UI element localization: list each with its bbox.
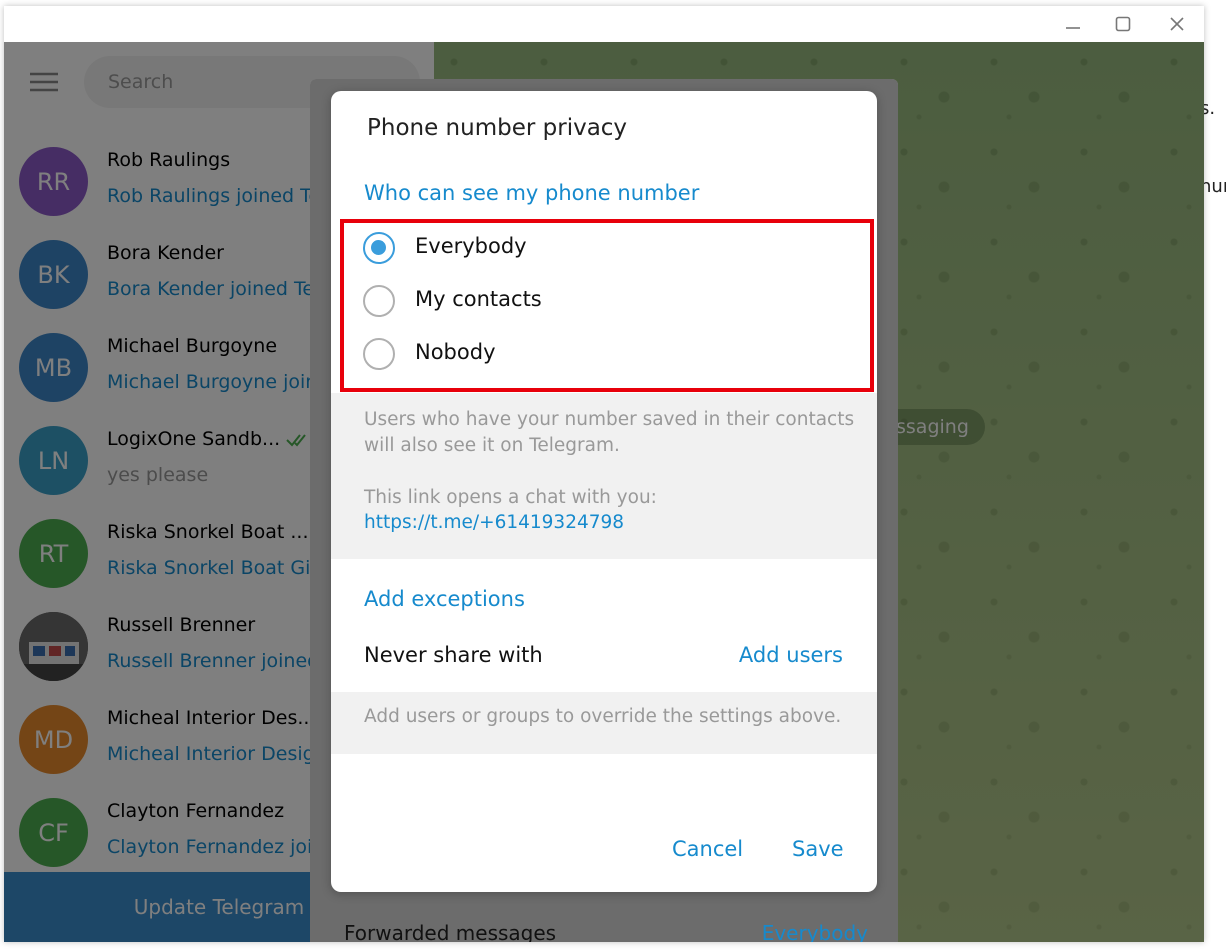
forwarded-messages-label: Forwarded messages bbox=[344, 921, 557, 942]
maximize-button[interactable] bbox=[1096, 6, 1150, 42]
never-share-row[interactable]: Never share with Add users bbox=[331, 631, 877, 691]
save-button[interactable]: Save bbox=[792, 837, 844, 861]
option-label: My contacts bbox=[415, 287, 542, 311]
minimize-button[interactable] bbox=[1046, 6, 1100, 42]
radio-unchecked-icon[interactable] bbox=[363, 338, 395, 370]
cancel-button[interactable]: Cancel bbox=[672, 837, 743, 861]
phone-number-privacy-dialog: Phone number privacy Who can see my phon… bbox=[331, 91, 877, 892]
info-text-line2: will also see it on Telegram. bbox=[364, 435, 620, 456]
info-text-line1: Users who have your number saved in thei… bbox=[364, 409, 855, 430]
option-nobody[interactable]: Nobody bbox=[331, 328, 877, 381]
phone-link[interactable]: https://t.me/+61419324798 bbox=[364, 512, 624, 533]
option-my-contacts[interactable]: My contacts bbox=[331, 275, 877, 328]
add-users-button[interactable]: Add users bbox=[739, 643, 843, 667]
info-block: Users who have your number saved in thei… bbox=[331, 393, 877, 559]
exceptions-hint: Add users or groups to override the sett… bbox=[364, 706, 842, 727]
never-share-label: Never share with bbox=[364, 643, 543, 667]
minimize-icon bbox=[1066, 27, 1080, 29]
radio-checked-icon[interactable] bbox=[363, 232, 395, 264]
title-bar bbox=[4, 6, 1204, 42]
link-caption: This link opens a chat with you: bbox=[364, 487, 657, 508]
section-title-add-exceptions: Add exceptions bbox=[364, 587, 525, 611]
option-label: Nobody bbox=[415, 340, 496, 364]
screenshot-stage: s. hur bbox=[0, 0, 1226, 951]
dialog-title: Phone number privacy bbox=[367, 115, 628, 141]
close-icon bbox=[1170, 17, 1184, 31]
maximize-icon bbox=[1115, 16, 1131, 32]
radio-unchecked-icon[interactable] bbox=[363, 285, 395, 317]
section-title-who-can-see: Who can see my phone number bbox=[364, 181, 700, 205]
forwarded-messages-value[interactable]: Everybody bbox=[762, 921, 868, 942]
option-label: Everybody bbox=[415, 234, 527, 258]
close-button[interactable] bbox=[1150, 6, 1204, 42]
option-everybody[interactable]: Everybody bbox=[331, 222, 877, 275]
exceptions-hint-block: Add users or groups to override the sett… bbox=[331, 692, 877, 754]
